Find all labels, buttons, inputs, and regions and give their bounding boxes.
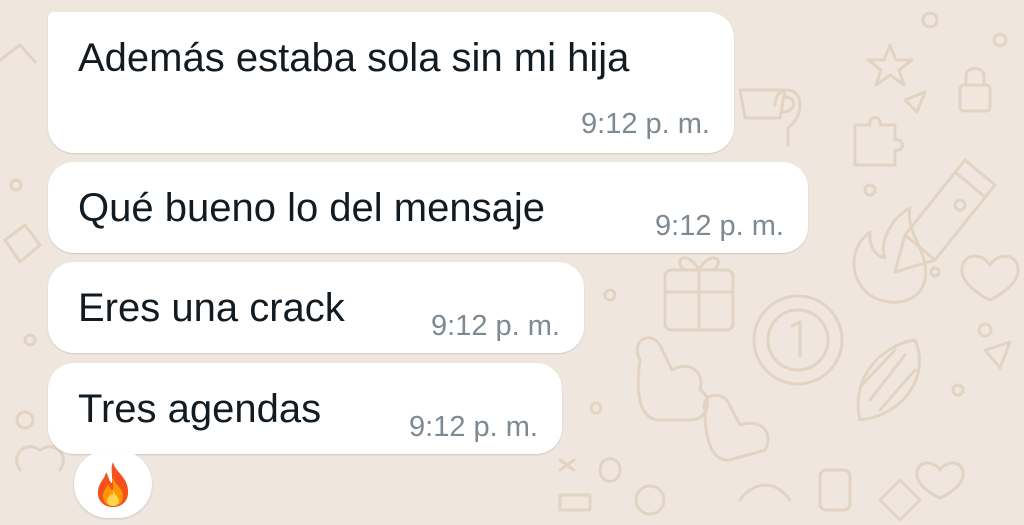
message-reaction[interactable] (74, 450, 152, 518)
message-bubble[interactable]: Eres una crack 9:12 p. m. (48, 262, 584, 353)
message-bubble[interactable]: Además estaba sola sin mi hija 9:12 p. m… (48, 12, 734, 153)
message-timestamp: 9:12 p. m. (655, 210, 784, 242)
message-bubble[interactable]: Tres agendas 9:12 p. m. (48, 363, 562, 454)
message-timestamp: 9:12 p. m. (431, 310, 560, 342)
fire-emoji-icon (97, 462, 129, 507)
message-text: Eres una crack (78, 286, 345, 330)
message-text: Qué bueno lo del mensaje (78, 186, 545, 230)
message-text: Tres agendas (78, 387, 322, 431)
message-bubble[interactable]: Qué bueno lo del mensaje 9:12 p. m. (48, 162, 808, 253)
message-text: Además estaba sola sin mi hija (78, 36, 630, 80)
message-timestamp: 9:12 p. m. (409, 411, 538, 443)
message-timestamp: 9:12 p. m. (581, 108, 710, 140)
chat-message-list: Además estaba sola sin mi hija 9:12 p. m… (0, 0, 1024, 525)
